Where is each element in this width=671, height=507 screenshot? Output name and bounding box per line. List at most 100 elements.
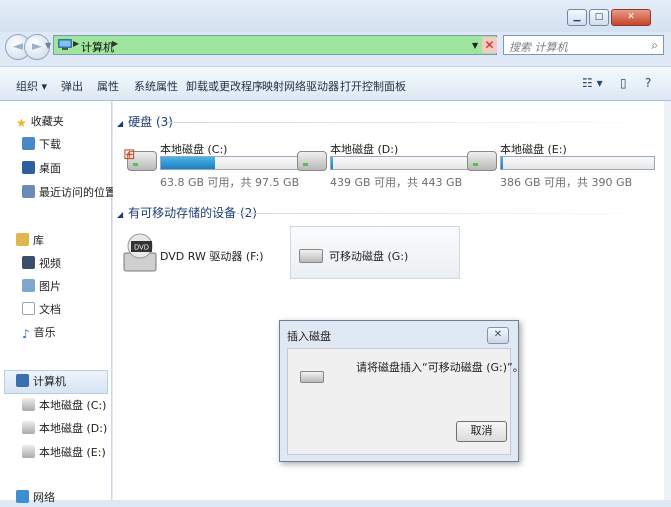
- maximize-button[interactable]: □: [589, 9, 609, 26]
- computer-icon: [58, 39, 72, 50]
- command-toolbar: 组织 ▾ 弹出 属性 系统属性 卸载或更改程序 映射网络驱动器 打开控制面板 ☷…: [0, 66, 671, 101]
- usb-drive-icon: [300, 371, 324, 383]
- dvd-badge: DVD: [134, 245, 149, 252]
- nav-drive-d-label: 本地磁盘 (D:): [39, 422, 108, 435]
- collapse-arrow-icon[interactable]: ◢: [117, 119, 123, 128]
- history-dropdown-icon[interactable]: ▼: [45, 41, 51, 50]
- pictures-icon: [22, 279, 35, 292]
- removable-drive-label[interactable]: 可移动磁盘 (G:): [329, 248, 408, 264]
- nav-drive-c-label: 本地磁盘 (C:): [39, 399, 107, 412]
- help-icon[interactable]: ?: [645, 76, 651, 90]
- drive-d-name: 本地磁盘 (D:): [330, 143, 399, 156]
- nav-network-label: 网络: [33, 491, 55, 504]
- search-input[interactable]: 搜索 计算机: [509, 39, 568, 55]
- nav-music-label: 音乐: [33, 326, 56, 339]
- documents-icon: [22, 302, 35, 315]
- hard-drive-icon: [297, 151, 327, 171]
- nav-favorites[interactable]: ★ 收藏夹: [16, 113, 64, 131]
- usb-drive-icon: [299, 249, 323, 263]
- nav-computer[interactable]: 计算机: [16, 373, 66, 391]
- search-icon[interactable]: ⌕: [651, 38, 658, 53]
- navigation-bar: ◄ ► ▼ ▶ 计算机 ▶ ▼ ✕ 搜索 计算机 ⌕: [0, 32, 671, 62]
- nav-videos[interactable]: 视频: [22, 255, 61, 273]
- music-note-icon: ♪: [22, 327, 30, 341]
- drive-c-usage-bar: [160, 156, 315, 170]
- nav-music[interactable]: ♪ 音乐: [22, 324, 56, 342]
- open-control-panel-button[interactable]: 打开控制面板: [340, 78, 406, 94]
- hard-drive-icon: [22, 398, 35, 411]
- nav-downloads-label: 下载: [39, 138, 61, 151]
- dialog-title: 插入磁盘: [287, 330, 331, 343]
- minimize-button[interactable]: ▁: [567, 9, 587, 26]
- drive-c-usage-fill: [161, 157, 215, 169]
- title-bar: ▁ □ ✕: [0, 0, 671, 32]
- dialog-body: 请将磁盘插入“可移动磁盘 (G:)”。 取消: [287, 348, 524, 455]
- uninstall-program-button[interactable]: 卸载或更改程序: [186, 78, 263, 94]
- drive-e-name: 本地磁盘 (E:): [500, 143, 567, 156]
- computer-icon: [16, 374, 29, 387]
- back-arrow-icon: ◄: [13, 39, 23, 54]
- drive-d-free-space: 439 GB 可用，共 443 GB: [330, 176, 463, 189]
- search-box[interactable]: 搜索 计算机 ⌕: [503, 35, 664, 55]
- nav-favorites-label: 收藏夹: [30, 115, 64, 128]
- drive-e-free-space: 386 GB 可用，共 390 GB: [500, 176, 633, 189]
- nav-downloads[interactable]: 下载: [22, 136, 61, 154]
- window-controls: ▁ □ ✕: [567, 9, 651, 26]
- windows-logo-icon: ⊞: [123, 145, 136, 163]
- nav-documents-label: 文档: [39, 303, 61, 316]
- drive-c-name: 本地磁盘 (C:): [160, 143, 228, 156]
- hard-disk-group-header[interactable]: ◢ 硬盘 (3): [117, 113, 173, 130]
- nav-network[interactable]: 网络: [16, 489, 55, 507]
- preview-pane-icon[interactable]: ▯: [620, 76, 627, 90]
- view-options-icon[interactable]: ☷ ▾: [582, 76, 603, 90]
- nav-drive-e[interactable]: 本地磁盘 (E:): [22, 444, 106, 462]
- clear-address-button[interactable]: ✕: [482, 37, 497, 53]
- removable-group-header[interactable]: ◢ 有可移动存储的设备 (2): [117, 204, 257, 221]
- nav-pictures-label: 图片: [39, 280, 61, 293]
- nav-drive-e-label: 本地磁盘 (E:): [39, 446, 106, 459]
- nav-videos-label: 视频: [39, 257, 61, 270]
- map-network-drive-button[interactable]: 映射网络驱动器: [262, 78, 339, 94]
- recent-places-icon: [22, 185, 35, 198]
- nav-recent-label: 最近访问的位置: [39, 186, 116, 199]
- hard-drive-icon: [22, 421, 35, 434]
- desktop-icon: [22, 161, 35, 174]
- group-divider: [167, 122, 667, 123]
- nav-libraries[interactable]: 库: [16, 232, 44, 250]
- nav-desktop-label: 桌面: [39, 162, 61, 175]
- nav-desktop[interactable]: 桌面: [22, 160, 61, 178]
- close-window-button[interactable]: ✕: [611, 9, 651, 26]
- star-icon: ★: [16, 116, 27, 130]
- scrollbar[interactable]: [664, 101, 671, 500]
- eject-button[interactable]: 弹出: [61, 78, 83, 94]
- dvd-drive-label[interactable]: DVD RW 驱动器 (F:): [160, 248, 264, 264]
- videos-icon: [22, 256, 35, 269]
- nav-pictures[interactable]: 图片: [22, 278, 61, 296]
- network-icon: [16, 490, 29, 503]
- nav-recent-places[interactable]: 最近访问的位置: [22, 184, 116, 202]
- breadcrumb-computer[interactable]: 计算机: [81, 39, 114, 55]
- insert-disk-dialog: 插入磁盘 ✕ 请将磁盘插入“可移动磁盘 (G:)”。 取消: [279, 320, 524, 462]
- drive-d-usage-bar: [330, 156, 485, 170]
- address-bar[interactable]: ▶ 计算机 ▶ ▼ ✕: [53, 35, 497, 55]
- nav-drive-d[interactable]: 本地磁盘 (D:): [22, 420, 107, 438]
- organize-button[interactable]: 组织 ▾: [16, 78, 47, 94]
- properties-button[interactable]: 属性: [97, 78, 119, 94]
- drive-c-free-space: 63.8 GB 可用，共 97.5 GB: [160, 176, 300, 189]
- downloads-folder-icon: [22, 137, 35, 150]
- forward-arrow-icon: ►: [32, 39, 42, 54]
- address-dropdown-icon[interactable]: ▼: [472, 41, 478, 50]
- navigation-pane: ★ 收藏夹 下载 桌面 最近访问的位置 库 视频 图片 文档 ♪ 音乐 计算机 本地…: [0, 101, 116, 504]
- cancel-button[interactable]: 取消: [456, 421, 507, 442]
- dialog-close-button[interactable]: ✕: [487, 327, 509, 344]
- hard-drive-icon: [467, 151, 497, 171]
- system-properties-button[interactable]: 系统属性: [134, 78, 178, 94]
- nav-computer-label: 计算机: [33, 375, 66, 388]
- nav-documents[interactable]: 文档: [22, 301, 61, 319]
- library-icon: [16, 233, 29, 246]
- collapse-arrow-icon[interactable]: ◢: [117, 210, 123, 219]
- breadcrumb-separator-icon[interactable]: ▶: [112, 39, 118, 48]
- drive-e-usage-fill: [501, 157, 503, 169]
- nav-drive-c[interactable]: 本地磁盘 (C:): [22, 397, 106, 415]
- breadcrumb-separator-icon[interactable]: ▶: [73, 39, 79, 48]
